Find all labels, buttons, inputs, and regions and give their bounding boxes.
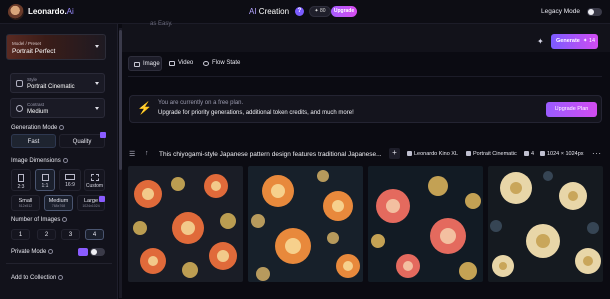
help-icon[interactable]: ? (295, 7, 304, 16)
number-of-images-label: Number of Images (11, 217, 68, 223)
generated-image-3[interactable] (368, 166, 483, 282)
chevron-down-icon (95, 82, 99, 85)
flow-state-icon (203, 61, 209, 66)
generation-prompt-text: This chiyogami-style Japanese pattern de… (159, 151, 382, 158)
main-divider (128, 76, 602, 77)
generate-button[interactable]: Generate ✦ 14 (551, 34, 598, 49)
add-prompt-button[interactable]: + (389, 148, 400, 159)
private-mode-toggle[interactable] (90, 248, 105, 256)
user-avatar[interactable] (8, 4, 24, 20)
private-mode-label: Private Mode (11, 249, 54, 255)
images-1-button[interactable]: 1 (11, 229, 30, 240)
preset-small-label: Model / Preset (12, 41, 42, 46)
mode-quality-button[interactable]: Quality (59, 134, 105, 148)
ratio-16-9-button[interactable]: 16:9 (59, 169, 81, 191)
model-label: Leonardo Kino XL (407, 151, 458, 157)
page-title: AI Creation (249, 7, 290, 16)
tab-image[interactable]: Image (128, 56, 162, 71)
mode-fast-button[interactable]: Fast (11, 134, 56, 148)
tab-video[interactable]: Video (164, 56, 196, 71)
chevron-down-icon (95, 107, 99, 110)
style-icon (466, 151, 471, 157)
ratio-2-3-button[interactable]: 2:3 (11, 169, 31, 191)
preset-value: Portrait Perfect (12, 48, 56, 55)
info-icon[interactable] (48, 249, 54, 254)
dimensions-icon (540, 151, 545, 157)
legacy-mode-toggle[interactable] (587, 8, 602, 16)
list-icon[interactable]: ☰ (129, 150, 135, 158)
contrast-dropdown[interactable]: Contrast Medium (10, 98, 105, 118)
ratio-shape-icon (65, 174, 75, 180)
add-to-collection-label[interactable]: Add to Collection (11, 275, 64, 281)
upgrade-plan-button[interactable]: Upgrade Plan (546, 102, 597, 117)
premium-badge-icon (78, 248, 88, 256)
style-small-label: Style (27, 77, 38, 82)
images-2-button[interactable]: 2 (37, 229, 56, 240)
more-options-icon[interactable]: ··· (592, 149, 602, 158)
tab-flow-state[interactable]: Flow State (198, 56, 244, 71)
top-bar (0, 0, 610, 24)
ratio-shape-icon (90, 174, 99, 181)
prompt-text[interactable]: as Easy. (150, 21, 173, 27)
lightning-bolt-icon: ⚡ (137, 101, 152, 115)
size-medium-button[interactable]: Medium 768x768 (44, 195, 73, 211)
contrast-small-label: Contrast (27, 102, 45, 107)
model-icon (407, 151, 412, 157)
premium-badge-icon (99, 196, 105, 202)
generated-image-4[interactable] (488, 166, 603, 282)
images-icon (524, 151, 529, 157)
info-icon[interactable] (59, 125, 65, 130)
image-icon (134, 62, 140, 67)
ratio-1-1-button[interactable]: 1:1 (35, 169, 55, 191)
premium-badge-icon (100, 132, 106, 138)
legacy-mode-label: Legacy Mode (541, 8, 581, 15)
sparkle-icon[interactable]: ✦ (537, 37, 544, 46)
banner-line-1: You are currently on a free plan. (158, 100, 244, 106)
sidebar-divider (6, 263, 112, 264)
style-icon (16, 80, 23, 87)
image-dimensions-label: Image Dimensions (11, 158, 68, 164)
preset-selector[interactable] (6, 34, 106, 60)
token-credits-badge[interactable]: ✦ 80 (309, 6, 331, 17)
upgrade-button[interactable]: Upgrade (331, 6, 357, 17)
info-icon[interactable] (62, 217, 68, 222)
video-icon (169, 61, 175, 66)
size-small-button[interactable]: Small 512x512 (11, 195, 40, 211)
info-icon[interactable] (58, 275, 64, 280)
images-3-button[interactable]: 3 (61, 229, 80, 240)
info-icon[interactable] (62, 158, 68, 163)
style-dropdown[interactable]: Style Portrait Cinematic (10, 73, 105, 93)
arrow-up-icon[interactable]: ↑ (145, 150, 149, 157)
banner-line-2: Upgrade for priority generations, additi… (158, 110, 354, 116)
ratio-shape-icon (18, 174, 24, 182)
ratio-shape-icon (41, 174, 49, 181)
ratio-custom-button[interactable]: Custom (84, 169, 105, 191)
style-value: Portrait Cinematic (27, 84, 75, 90)
brand-logo[interactable]: Leonardo.Ai (28, 7, 74, 16)
generated-image-2[interactable] (248, 166, 363, 282)
generated-image-1[interactable] (128, 166, 243, 282)
generation-mode-label: Generation Mode (11, 125, 65, 131)
image-count-label: 4 (524, 151, 534, 157)
images-4-button[interactable]: 4 (85, 229, 104, 240)
contrast-value: Medium (27, 109, 49, 115)
chevron-down-icon (95, 45, 99, 48)
style-label: Portrait Cinematic (466, 151, 517, 157)
contrast-icon (16, 105, 23, 112)
dimensions-label: 1024 × 1024px (540, 151, 584, 157)
